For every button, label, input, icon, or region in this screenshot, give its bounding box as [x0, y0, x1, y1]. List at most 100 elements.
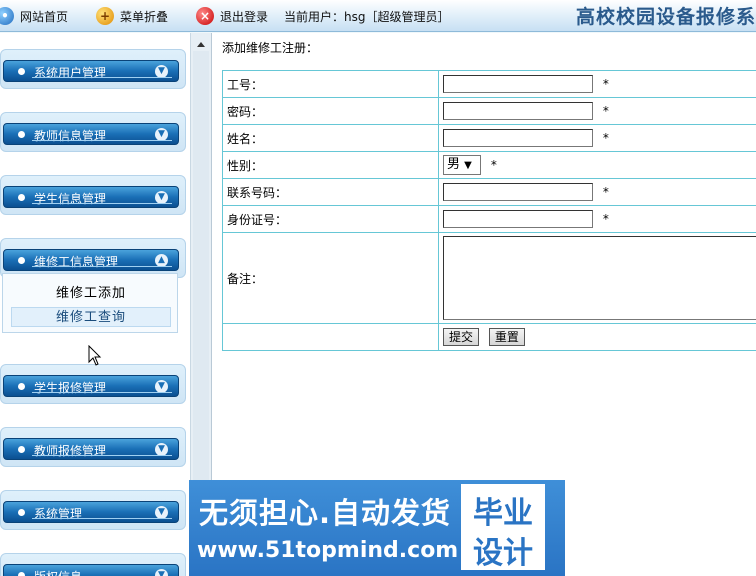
field-label: 性别： — [222, 151, 439, 179]
required-mark: * — [602, 131, 609, 145]
bullet-icon — [18, 131, 25, 138]
bullet-icon — [18, 194, 25, 201]
sidebar-item-teacher-repairs[interactable]: 教师报修管理 ▼ — [3, 438, 179, 460]
sidebar-menu-teachers: 教师信息管理 ▼ — [0, 112, 186, 152]
form-row-id-card: 身份证号： * — [222, 205, 756, 233]
watermark-badge-bottom: 设计 — [473, 536, 533, 571]
id-card-input[interactable] — [443, 210, 593, 228]
required-mark: * — [602, 185, 609, 199]
submit-button[interactable]: 提交 — [443, 328, 480, 346]
actions-cell: 提交 重置 — [438, 323, 756, 351]
current-user: 当前用户：hsg［超级管理员］ — [284, 6, 449, 26]
divider — [32, 455, 172, 456]
field-label: 工号： — [222, 70, 439, 98]
form-row-gender: 性别： 男 ▼ * — [222, 151, 756, 179]
field-label: 姓名： — [222, 124, 439, 152]
current-user-label: 当前用户：hsg［超级管理员］ — [284, 9, 450, 24]
bullet-icon — [18, 446, 25, 453]
sidebar-item-label: 学生信息管理 — [34, 192, 107, 206]
watermark-banner: 无须担心.自动发货 www.51topmind.com 毕业 设计 — [189, 480, 565, 576]
field-cell: * — [438, 97, 756, 125]
fold-icon: + — [96, 7, 114, 25]
field-label: 密码： — [222, 97, 439, 125]
form-row-worker-id: 工号： * — [222, 70, 756, 98]
sidebar: 系统用户管理 ▼ 教师信息管理 ▼ 学生信息管理 ▼ 维修工信息管理 ▲ 维修工… — [0, 33, 190, 576]
field-cell: * — [438, 205, 756, 233]
sidebar-item-label: 学生报修管理 — [34, 381, 107, 395]
chevron-down-icon: ▼ — [464, 160, 472, 171]
sidebar-item-workers[interactable]: 维修工信息管理 ▲ — [3, 249, 179, 271]
sidebar-item-label: 维修工信息管理 — [34, 255, 119, 269]
field-cell: * — [438, 178, 756, 206]
field-cell: * — [438, 124, 756, 152]
sidebar-menu-system-users: 系统用户管理 ▼ — [0, 49, 186, 89]
sidebar-item-label: 教师信息管理 — [34, 129, 107, 143]
sidebar-menu-workers: 维修工信息管理 ▲ — [0, 238, 186, 278]
required-mark: * — [602, 104, 609, 118]
required-mark: * — [490, 158, 497, 172]
sidebar-menu-teacher-repairs: 教师报修管理 ▼ — [0, 427, 186, 467]
bullet-icon — [18, 383, 25, 390]
divider — [32, 140, 172, 141]
divider — [32, 77, 172, 78]
site-title: 高校校园设备报修系统 — [575, 6, 756, 28]
remark-textarea[interactable] — [443, 236, 756, 320]
fold-menu-link[interactable]: + 菜单折叠 — [96, 6, 168, 26]
sidebar-item-copyright[interactable]: 版权信息 ▼ — [3, 564, 179, 576]
submenu-item-query-worker[interactable]: 维修工查询 — [11, 307, 171, 327]
reset-button[interactable]: 重置 — [488, 328, 525, 346]
bullet-icon — [18, 572, 25, 576]
divider — [32, 266, 172, 267]
logout-label: 退出登录 — [220, 9, 269, 24]
phone-input[interactable] — [443, 183, 593, 201]
sidebar-menu-system: 系统管理 ▼ — [0, 490, 186, 530]
chevron-down-icon[interactable]: ▼ — [155, 569, 168, 576]
sidebar-item-student-repairs[interactable]: 学生报修管理 ▼ — [3, 375, 179, 397]
watermark-slogan: 无须担心.自动发货 — [199, 496, 452, 530]
gender-select[interactable]: 男 ▼ — [443, 155, 481, 175]
worker-id-input[interactable] — [443, 75, 593, 93]
sidebar-item-teachers[interactable]: 教师信息管理 ▼ — [3, 123, 179, 145]
divider — [32, 518, 172, 519]
divider — [32, 203, 172, 204]
watermark-url: www.51topmind.com — [197, 538, 459, 563]
home-icon: • — [0, 7, 14, 25]
sidebar-item-label: 系统用户管理 — [34, 66, 107, 80]
field-cell: * — [438, 70, 756, 98]
field-label: 备注： — [222, 232, 439, 324]
bullet-icon — [18, 509, 25, 516]
form-row-password: 密码： * — [222, 97, 756, 125]
name-input[interactable] — [443, 129, 593, 147]
scroll-up-icon[interactable] — [197, 42, 205, 47]
required-mark: * — [602, 77, 609, 91]
field-label: 联系号码： — [222, 178, 439, 206]
sidebar-item-students[interactable]: 学生信息管理 ▼ — [3, 186, 179, 208]
required-mark: * — [602, 212, 609, 226]
divider — [32, 392, 172, 393]
password-input[interactable] — [443, 102, 593, 120]
close-icon: × — [196, 7, 214, 25]
sidebar-menu-students: 学生信息管理 ▼ — [0, 175, 186, 215]
sidebar-item-system[interactable]: 系统管理 ▼ — [3, 501, 179, 523]
logout-link[interactable]: × 退出登录 — [196, 6, 268, 26]
sidebar-menu-copyright: 版权信息 ▼ — [0, 553, 186, 576]
sidebar-item-label: 版权信息 — [34, 568, 82, 576]
mouse-cursor-icon — [88, 345, 102, 366]
home-label: 网站首页 — [20, 9, 69, 24]
home-link[interactable]: • 网站首页 — [0, 6, 68, 26]
scrollbar-thumb[interactable] — [193, 51, 209, 511]
top-bar: • 网站首页 + 菜单折叠 × 退出登录 当前用户：hsg［超级管理员］ 高校校… — [0, 0, 756, 32]
sidebar-item-label: 教师报修管理 — [34, 444, 107, 458]
sidebar-menu-student-repairs: 学生报修管理 ▼ — [0, 364, 186, 404]
bullet-icon — [18, 68, 25, 75]
workers-submenu: 维修工添加 维修工查询 — [2, 273, 178, 333]
sidebar-item-system-users[interactable]: 系统用户管理 ▼ — [3, 60, 179, 82]
form-row-phone: 联系号码： * — [222, 178, 756, 206]
field-label: 身份证号： — [222, 205, 439, 233]
worker-form: 工号： * 密码： * 姓名： * 性别： 男 ▼ * 联系号码： * 身份证号… — [222, 70, 756, 351]
form-row-actions: 提交 重置 — [222, 323, 756, 351]
gender-value: 男 — [447, 157, 461, 172]
submenu-item-add-worker[interactable]: 维修工添加 — [11, 284, 171, 304]
empty-cell — [222, 323, 439, 351]
bullet-icon — [18, 257, 25, 264]
